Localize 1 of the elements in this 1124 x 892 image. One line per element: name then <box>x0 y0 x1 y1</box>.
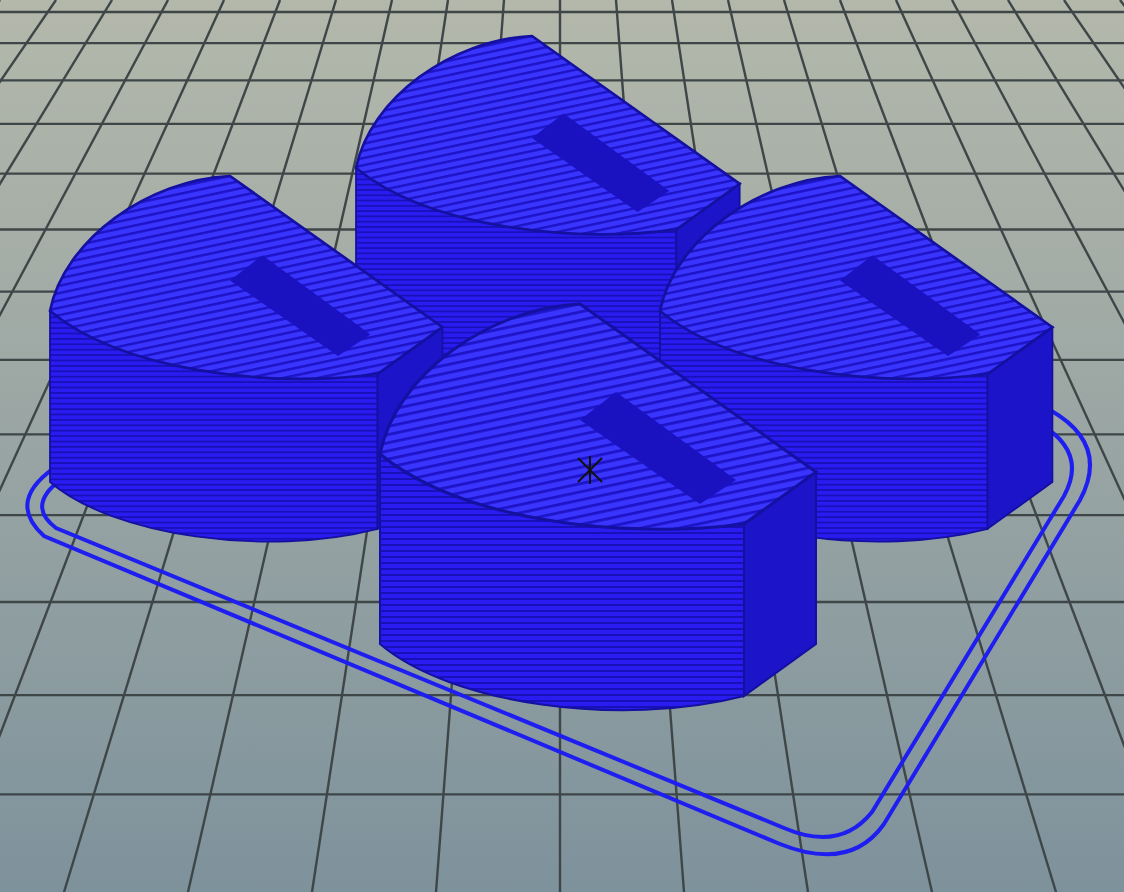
crosshair-icon <box>577 455 603 485</box>
